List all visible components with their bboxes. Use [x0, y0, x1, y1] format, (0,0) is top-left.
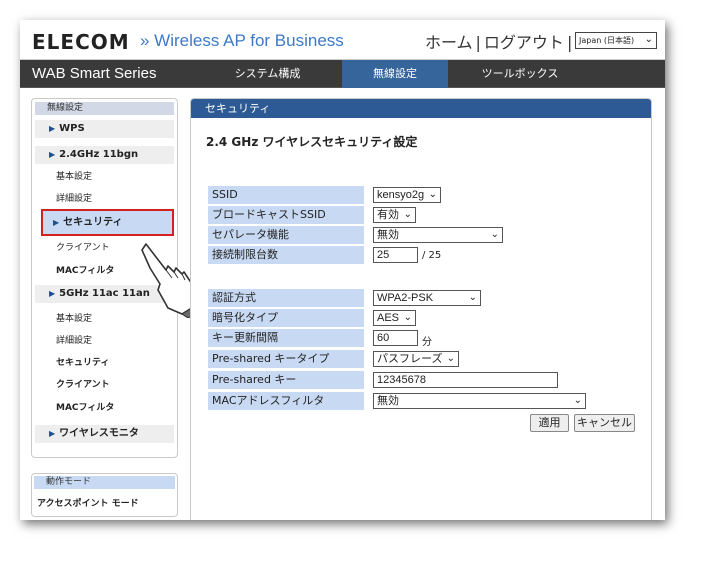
psk-type-label: Pre-shared キータイプ [208, 350, 364, 368]
chevron-down-icon: ⌄ [446, 353, 455, 364]
chevron-down-icon: ⌄ [573, 395, 582, 406]
chevron-down-icon: ⌄ [428, 189, 437, 200]
tab-system-config[interactable]: システム構成 [195, 60, 340, 88]
sidebar-item-label: 5GHz 11ac 11an [59, 288, 150, 299]
chevron-down-icon: ⌄ [403, 312, 412, 323]
psk-label: Pre-shared キー [208, 371, 364, 389]
ssid-label: SSID [208, 186, 364, 204]
link-separator: | [475, 33, 481, 52]
cancel-button[interactable]: キャンセル [574, 414, 635, 432]
home-link[interactable]: ホーム [425, 33, 473, 52]
encryption-type-select[interactable]: AES ⌄ [373, 310, 416, 326]
triangle-right-icon: ▶ [49, 150, 56, 159]
sidebar-item-24-security[interactable]: ▶ セキュリティ [41, 209, 174, 236]
main-nav: WAB Smart Series システム構成 無線設定 ツールボックス [20, 60, 665, 88]
chevron-down-icon: ⌄ [468, 292, 477, 303]
key-interval-input[interactable]: 60 [373, 330, 418, 346]
max-clients-label: 接続制限台数 [208, 246, 364, 264]
sidebar-item-wireless-monitor[interactable]: ▶ ワイヤレスモニタ [35, 425, 174, 443]
triangle-right-icon: ▶ [49, 429, 56, 438]
max-clients-input[interactable]: 25 [373, 247, 418, 263]
separator-label: セパレータ機能 [208, 226, 364, 244]
ssid-select[interactable]: kensyo2g ⌄ [373, 187, 441, 203]
sidebar-item-5-mac-filter[interactable]: MACフィルタ [35, 399, 174, 417]
chevron-down-icon: ⌄ [490, 229, 499, 240]
auth-method-label: 認証方式 [208, 289, 364, 307]
language-value: Japan (日本語) [579, 36, 635, 45]
product-name: » Wireless AP for Business [140, 31, 344, 50]
key-interval-label: キー更新間隔 [208, 329, 364, 347]
auth-method-select[interactable]: WPA2-PSK ⌄ [373, 290, 481, 306]
chevron-down-icon: ⌄ [644, 34, 653, 45]
sidebar-item-5-security[interactable]: セキュリティ [35, 354, 174, 372]
mac-filter-label: MACアドレスフィルタ [208, 392, 364, 410]
broadcast-ssid-label: ブロードキャストSSID [208, 206, 364, 224]
sidebar-item-wps[interactable]: ▶ WPS [35, 120, 174, 138]
panel-title: 2.4 GHz ワイヤレスセキュリティ設定 [206, 135, 418, 149]
mac-filter-value: 無効 [377, 395, 399, 407]
sidebar-item-label: ワイヤレスモニタ [59, 428, 139, 439]
mac-filter-select[interactable]: 無効 ⌄ [373, 393, 586, 409]
psk-type-select[interactable]: パスフレーズ ⌄ [373, 351, 459, 367]
encryption-type-label: 暗号化タイプ [208, 309, 364, 327]
apply-button[interactable]: 適用 [530, 414, 569, 432]
elecom-logo: ELECOM [32, 30, 130, 54]
browser-frame: ELECOM » Wireless AP for Business ホーム | ログ… [20, 20, 665, 520]
link-separator: | [566, 33, 573, 52]
sidebar-item-24-advanced[interactable]: 詳細設定 [35, 190, 174, 208]
sidebar-item-5-advanced[interactable]: 詳細設定 [35, 332, 174, 350]
key-interval-unit: 分 [422, 337, 432, 348]
sidebar-item-5-client[interactable]: クライアント [35, 376, 174, 394]
max-clients-unit: / 25 [422, 250, 442, 261]
logout-link[interactable]: ログアウト [484, 33, 564, 52]
sidebar-item-label: WPS [59, 123, 85, 134]
triangle-right-icon: ▶ [49, 124, 56, 133]
mode-title: 動作モード [34, 476, 175, 489]
separator-select[interactable]: 無効 ⌄ [373, 227, 503, 243]
top-links: ホーム | ログアウト | [425, 29, 575, 53]
tab-toolbox[interactable]: ツールボックス [450, 60, 590, 88]
sidebar-item-24-basic[interactable]: 基本設定 [35, 168, 174, 186]
psk-type-value: パスフレーズ [377, 353, 443, 365]
top-header: ELECOM » Wireless AP for Business ホーム | ログ… [20, 20, 665, 60]
sidebar-item-label: セキュリティ [63, 217, 123, 228]
series-title: WAB Smart Series [32, 65, 157, 82]
ssid-value: kensyo2g [377, 189, 425, 201]
separator-value: 無効 [377, 229, 399, 241]
broadcast-ssid-select[interactable]: 有効 ⌄ [373, 207, 416, 223]
tab-wireless-settings[interactable]: 無線設定 [342, 60, 448, 88]
psk-input[interactable]: 12345678 [373, 372, 558, 388]
broadcast-ssid-value: 有効 [377, 209, 399, 221]
auth-method-value: WPA2-PSK [377, 292, 434, 304]
sidebar-section-title: 無線設定 [35, 102, 174, 115]
mode-value: アクセスポイント モード [37, 499, 139, 509]
chevron-down-icon: ⌄ [403, 209, 412, 220]
security-panel: セキュリティ 2.4 GHz ワイヤレスセキュリティ設定 SSID kensyo… [190, 98, 652, 520]
sidebar-item-label: 2.4GHz 11bgn [59, 149, 139, 160]
sidebar-item-24ghz[interactable]: ▶ 2.4GHz 11bgn [35, 146, 174, 164]
triangle-right-icon: ▶ [53, 218, 60, 227]
encryption-type-value: AES [377, 312, 400, 324]
operation-mode-box: 動作モード アクセスポイント モード [31, 473, 178, 517]
triangle-right-icon: ▶ [49, 289, 56, 298]
panel-header: セキュリティ [191, 99, 651, 118]
language-select[interactable]: Japan (日本語) ⌄ [575, 32, 657, 49]
